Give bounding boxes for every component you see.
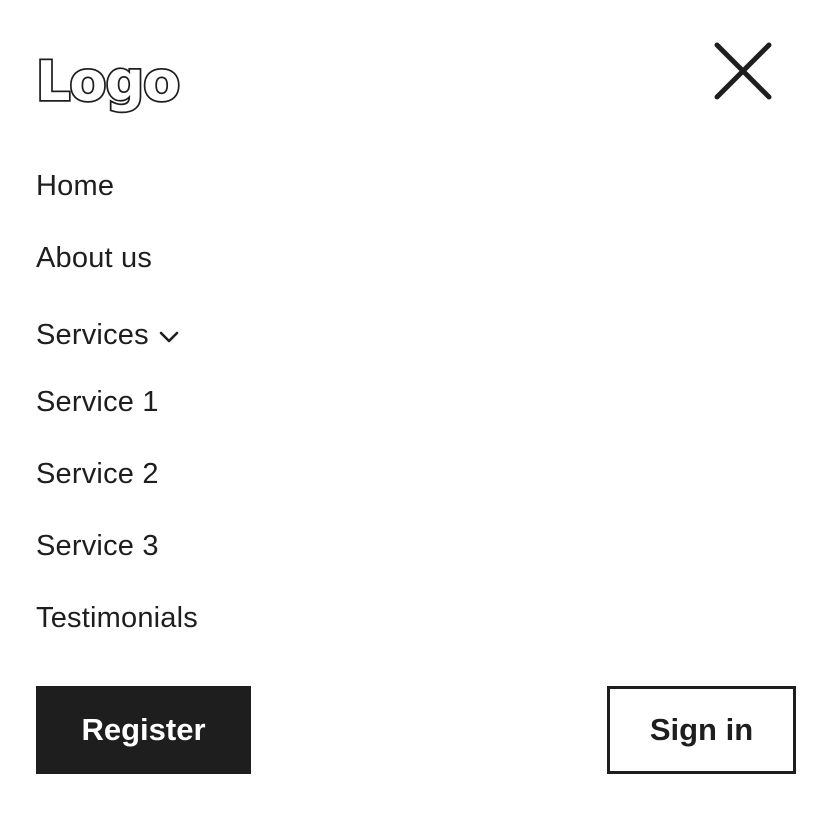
nav-item-label: Services [36, 319, 149, 351]
sign-in-button[interactable]: Sign in [607, 686, 796, 774]
nav-item-testimonials[interactable]: Testimonials [36, 600, 198, 636]
chevron-down-icon [159, 330, 179, 344]
nav-item-label: Home [36, 170, 115, 202]
nav-item-service-1[interactable]: Service 1 [36, 384, 159, 420]
register-button[interactable]: Register [36, 686, 251, 774]
nav-item-about-us[interactable]: About us [36, 240, 152, 276]
nav-item-label: Testimonials [36, 602, 198, 634]
nav-item-services[interactable]: Services [36, 317, 179, 353]
nav-item-label: Service 2 [36, 458, 159, 490]
nav-item-service-2[interactable]: Service 2 [36, 456, 159, 492]
nav-item-label: Service 3 [36, 530, 159, 562]
nav-item-home[interactable]: Home [36, 168, 114, 204]
close-menu-button[interactable] [708, 36, 778, 106]
nav-item-label: About us [36, 242, 153, 274]
nav-item-service-3[interactable]: Service 3 [36, 528, 159, 564]
close-icon [714, 42, 772, 100]
nav-item-label: Service 1 [36, 386, 159, 418]
